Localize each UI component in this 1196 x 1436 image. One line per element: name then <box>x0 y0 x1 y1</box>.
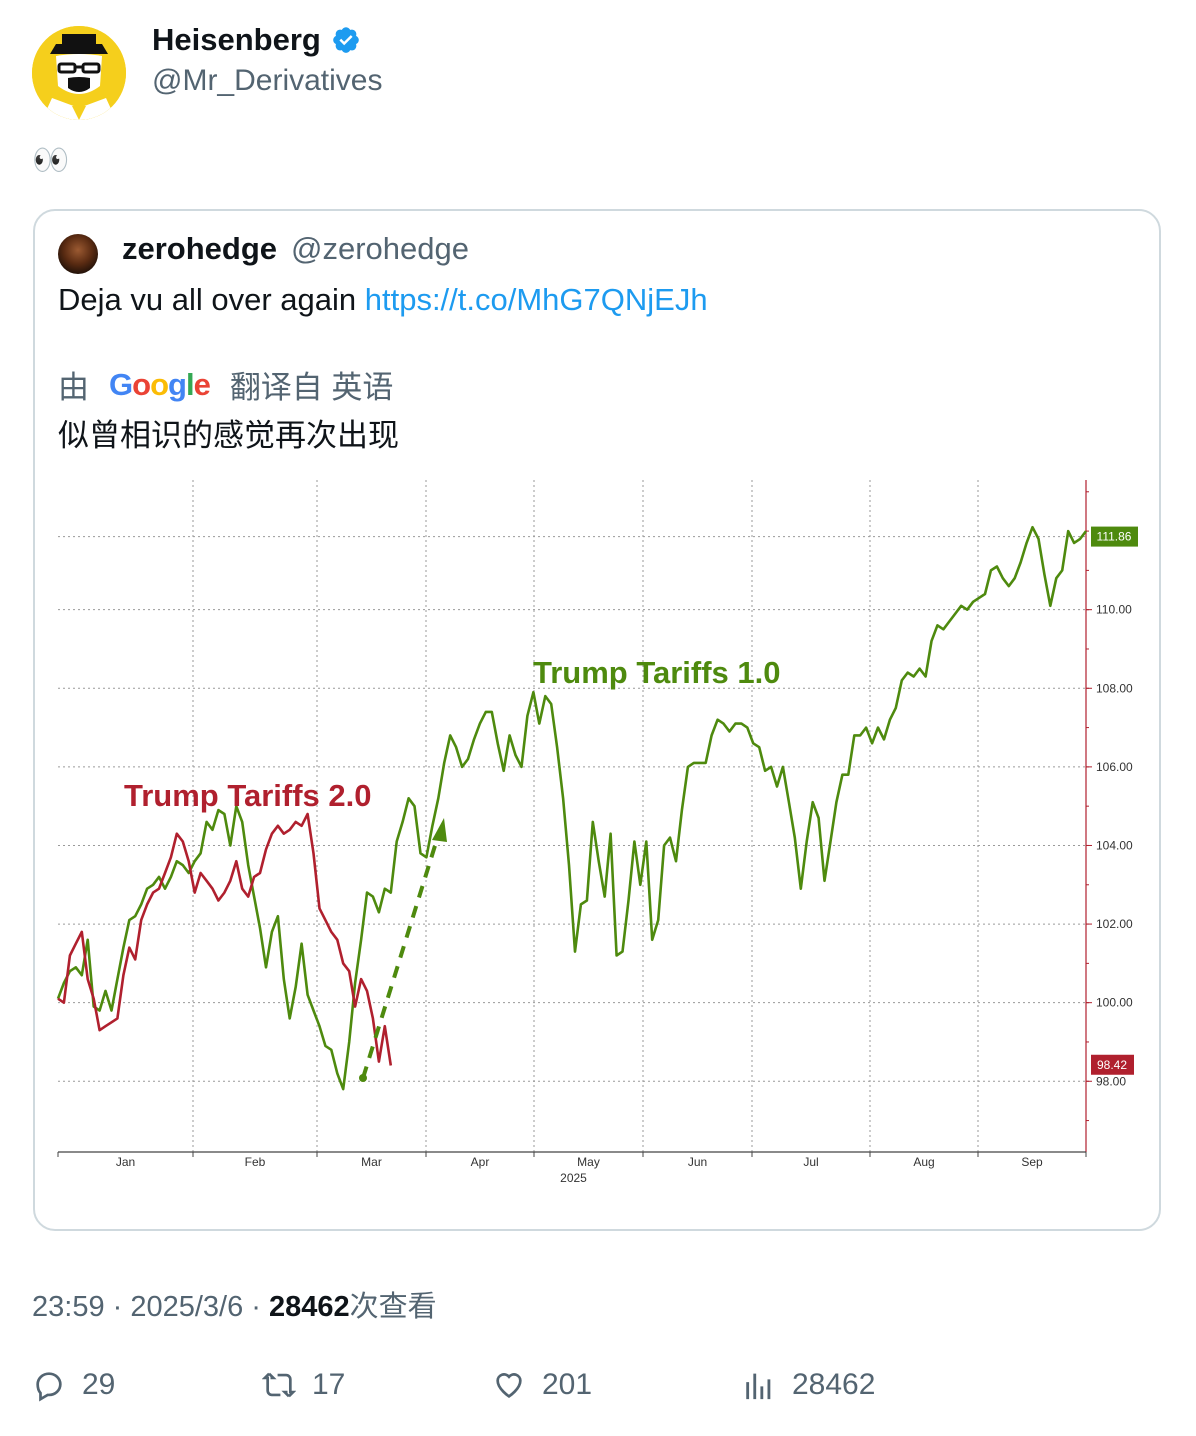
heart-icon <box>496 1373 522 1398</box>
verified-badge-icon <box>333 27 359 53</box>
quoted-author-avatar[interactable] <box>58 234 98 274</box>
y-tick-label: 104.00 <box>1096 838 1133 852</box>
views-label: 次查看 <box>349 1291 437 1323</box>
y-tick-label: 100.00 <box>1096 996 1133 1010</box>
x-tick-label: Mar <box>361 1155 382 1169</box>
x-tick-label: Apr <box>471 1155 490 1169</box>
author-name[interactable]: Heisenberg <box>152 22 361 58</box>
retweet-count: 17 <box>312 1368 346 1401</box>
timestamp[interactable]: 23:59 · 2025/3/6 · <box>32 1291 269 1323</box>
translation-attribution: 由 Google 翻译自 英语 <box>58 362 393 407</box>
reply-button[interactable]: 29 <box>32 1368 115 1402</box>
translated-text: 似曾相识的感觉再次出现 <box>58 418 399 453</box>
author-handle[interactable]: @Mr_Derivatives <box>152 64 383 98</box>
heisenberg-avatar-icon <box>32 26 126 120</box>
bar-chart-icon <box>746 1373 771 1400</box>
views-button[interactable]: 28462 <box>742 1368 875 1402</box>
tweet-text: 👀 <box>32 144 69 177</box>
y-tick-label: 108.00 <box>1096 681 1133 695</box>
price-chart: 98.00 100.00 102.00 104.00 106.00 108.00 110.0… <box>56 480 1138 1185</box>
quoted-tweet-link[interactable]: https://t.co/MhG7QNjEJh <box>365 282 708 317</box>
last-value-label-green: 111.86 <box>1097 530 1132 544</box>
views-stat-count: 28462 <box>792 1368 876 1401</box>
quoted-text-body: Deja vu all over again <box>58 282 365 317</box>
x-tick-label: Sep <box>1021 1155 1043 1169</box>
annotation-tariffs-2: Trump Tariffs 2.0 <box>124 778 372 813</box>
x-tick-label: Aug <box>913 1155 934 1169</box>
last-value-label-red: 98.42 <box>1097 1058 1127 1072</box>
retweet-icon <box>262 1372 296 1398</box>
translate-prefix: 由 <box>58 370 89 405</box>
translate-suffix: 翻译自 英语 <box>229 370 394 405</box>
x-tick-label: May <box>577 1155 600 1169</box>
plot-area <box>58 480 1086 1152</box>
reply-count: 29 <box>82 1368 116 1401</box>
annotation-tariffs-1: Trump Tariffs 1.0 <box>533 655 781 690</box>
like-count: 201 <box>542 1368 593 1401</box>
author-avatar[interactable] <box>32 26 126 120</box>
quoted-author-name[interactable]: zerohedge <box>122 231 277 267</box>
x-tick-label: Jan <box>116 1155 135 1169</box>
views-count: 28462 <box>269 1291 350 1323</box>
google-logo: Google <box>109 366 211 402</box>
x-tick-label: Jul <box>803 1155 818 1169</box>
like-button[interactable]: 201 <box>492 1368 592 1402</box>
author-name-text: Heisenberg <box>152 22 321 57</box>
reply-icon <box>36 1372 62 1402</box>
x-tick-label: Feb <box>245 1155 266 1169</box>
trend-arrow-start <box>359 1074 367 1082</box>
quoted-author-handle[interactable]: @zerohedge <box>291 231 469 267</box>
tweet-metadata: 23:59 · 2025/3/6 · 28462次查看 <box>32 1283 437 1325</box>
y-tick-label: 110.00 <box>1096 603 1132 617</box>
y-tick-label: 98.00 <box>1096 1074 1126 1088</box>
y-tick-label: 102.00 <box>1096 917 1133 931</box>
y-tick-label: 106.00 <box>1096 760 1133 774</box>
year-label: 2025 <box>560 1171 587 1185</box>
x-tick-label: Jun <box>688 1155 707 1169</box>
quoted-tweet-text: Deja vu all over again https://t.co/MhG7… <box>58 282 708 318</box>
retweet-button[interactable]: 17 <box>262 1368 345 1402</box>
